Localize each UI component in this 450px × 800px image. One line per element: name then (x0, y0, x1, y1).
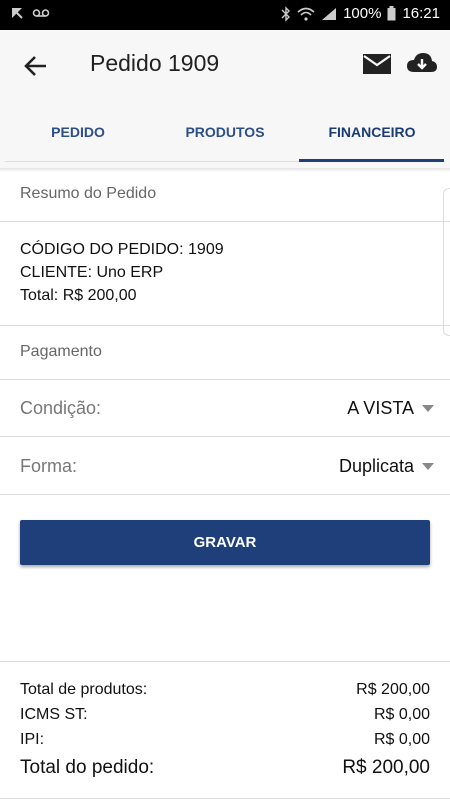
active-tab-indicator (299, 159, 444, 162)
mail-icon[interactable] (362, 52, 392, 76)
divider (0, 494, 450, 495)
summary-section-title: Resumo do Pedido (20, 185, 157, 202)
tab-financeiro[interactable]: FINANCEIRO (297, 124, 447, 140)
status-bar: 100% 16:21 (0, 0, 450, 30)
total-products-label: Total de produtos: (20, 681, 148, 698)
battery-icon (387, 6, 396, 21)
back-arrow-icon[interactable] (20, 50, 52, 82)
app-bar: Pedido 1909 (0, 30, 450, 102)
order-total-value: R$ 200,00 (342, 757, 430, 778)
condition-select[interactable]: A VISTA (347, 398, 414, 419)
cloud-download-icon[interactable] (406, 50, 438, 78)
form-label: Forma: (20, 456, 78, 476)
battery-percent: 100% (343, 5, 382, 22)
payment-section-title: Pagamento (20, 343, 102, 360)
scroll-indicator (443, 188, 450, 336)
tab-produtos[interactable]: PRODUTOS (150, 124, 300, 140)
voicemail-icon (32, 9, 50, 17)
totals-divider (0, 661, 450, 662)
divider (0, 325, 450, 326)
icms-st-label: ICMS ST: (20, 706, 88, 723)
condition-dropdown-icon[interactable] (422, 405, 434, 412)
ipi-value: R$ 0,00 (373, 731, 430, 748)
wifi-icon (297, 7, 315, 21)
form-dropdown-icon[interactable] (422, 463, 434, 470)
order-client: CLIENTE: Uno ERP (20, 264, 164, 281)
divider (0, 436, 450, 437)
icms-st-value: R$ 0,00 (373, 706, 430, 723)
form-select[interactable]: Duplicata (339, 456, 414, 477)
order-code: CÓDIGO DO PEDIDO: 1909 (20, 241, 224, 258)
bluetooth-icon (281, 5, 291, 22)
signal-icon (322, 7, 337, 20)
tab-bar: PEDIDO PRODUTOS FINANCEIRO (0, 102, 450, 168)
status-right: 100% 16:21 (281, 5, 440, 22)
app-notification-icon (12, 8, 23, 19)
condition-label: Condição: (20, 398, 102, 418)
save-button[interactable]: GRAVAR (20, 520, 430, 565)
clock: 16:21 (402, 5, 440, 22)
page-title: Pedido 1909 (90, 50, 220, 76)
tab-pedido[interactable]: PEDIDO (3, 124, 153, 140)
total-products-value: R$ 200,00 (356, 681, 430, 698)
ipi-label: IPI: (20, 731, 45, 748)
divider (0, 221, 450, 222)
order-total: Total: R$ 200,00 (20, 287, 137, 304)
divider (0, 379, 450, 380)
tab-shadow (0, 168, 450, 172)
bottom-divider (0, 798, 450, 799)
order-total-label: Total do pedido: (20, 757, 155, 778)
status-left (10, 6, 50, 20)
